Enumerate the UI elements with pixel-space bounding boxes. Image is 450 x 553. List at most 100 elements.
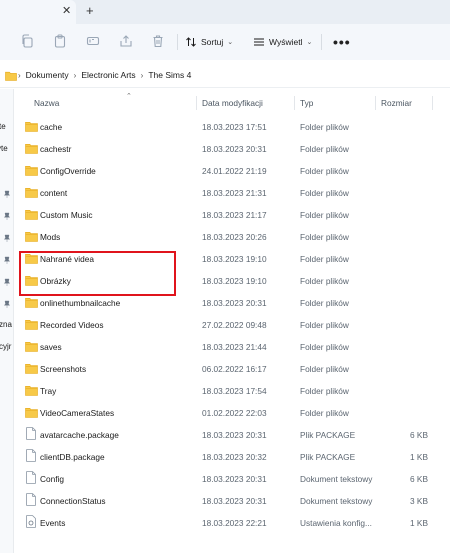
file-date: 18.03.2023 21:44: [202, 342, 267, 352]
settings-file-icon: [26, 515, 36, 528]
copy-icon[interactable]: [20, 34, 34, 48]
folder-row[interactable]: Custom Music 18.03.2023 21:17 Folder plikó…: [14, 204, 450, 226]
delete-icon[interactable]: [151, 34, 165, 48]
file-date: 18.03.2023 19:10: [202, 276, 267, 286]
nav-item-fragment[interactable]: cyjr: [0, 342, 11, 351]
file-date: 18.03.2023 21:17: [202, 210, 267, 220]
folder-row[interactable]: Mods 18.03.2023 20:26 Folder plików: [14, 226, 450, 248]
column-divider[interactable]: [432, 96, 433, 110]
file-type: Folder plików: [300, 408, 349, 418]
file-list: cache 18.03.2023 17:51 Folder plików caches…: [14, 116, 450, 534]
file-row[interactable]: ConnectionStatus 18.03.2023 20:31 Dokument…: [14, 490, 450, 512]
address-bar[interactable]: › Dokumenty › Electronic Arts › The Sims…: [0, 64, 450, 88]
folder-icon: [25, 165, 38, 176]
pin-icon: [3, 190, 11, 198]
file-name: saves: [40, 342, 62, 352]
column-header-size[interactable]: Rozmiar: [381, 98, 412, 108]
folder-row[interactable]: Tray 18.03.2023 17:54 Folder plików: [14, 380, 450, 402]
folder-icon: [25, 319, 38, 330]
folder-icon: [25, 143, 38, 154]
toolbar-divider: [321, 34, 322, 50]
new-tab-icon[interactable]: +: [86, 4, 94, 18]
view-button[interactable]: Wyświetl ⌄: [253, 33, 312, 51]
nav-item-fragment[interactable]: yte: [0, 144, 8, 153]
file-size: 1 KB: [410, 518, 428, 528]
folder-icon: [25, 297, 38, 308]
file-type: Folder plików: [300, 188, 349, 198]
file-row[interactable]: avatarcache.package 18.03.2023 20:31 Plik …: [14, 424, 450, 446]
folder-row[interactable]: Recorded Videos 27.02.2022 09:48 Folder pl…: [14, 314, 450, 336]
file-date: 01.02.2022 22:03: [202, 408, 267, 418]
file-name: Mods: [40, 232, 61, 242]
folder-row[interactable]: onlinethumbnailcache 18.03.2023 20:31 Fold…: [14, 292, 450, 314]
nav-item-fragment[interactable]: te: [0, 122, 6, 131]
file-type: Folder plików: [300, 210, 349, 220]
share-icon[interactable]: [119, 34, 133, 48]
file-type: Folder plików: [300, 122, 349, 132]
breadcrumb-item-the-sims-4[interactable]: The Sims 4: [148, 70, 191, 80]
file-icon: [26, 471, 36, 484]
column-header-type[interactable]: Typ: [300, 98, 313, 108]
folder-icon: [25, 187, 38, 198]
file-size: 6 KB: [410, 430, 428, 440]
file-row[interactable]: Config 18.03.2023 20:31 Dokument tekstowy 6…: [14, 468, 450, 490]
column-divider[interactable]: [375, 96, 376, 110]
close-tab-icon[interactable]: ✕: [62, 5, 71, 17]
folder-row[interactable]: VideoCameraStates 01.02.2022 22:03 Folder …: [14, 402, 450, 424]
command-bar: Sortuj ⌄ Wyświetl ⌄ •••: [0, 24, 450, 60]
file-type: Folder plików: [300, 166, 349, 176]
column-divider[interactable]: [196, 96, 197, 110]
file-name: VideoCameraStates: [40, 408, 115, 418]
rename-icon[interactable]: [86, 34, 100, 48]
chevron-down-icon: ⌄: [227, 39, 234, 46]
folder-icon: [25, 209, 38, 220]
nav-item-fragment[interactable]: zna: [0, 320, 12, 329]
folder-icon: [25, 121, 38, 132]
file-date: 27.02.2022 09:48: [202, 320, 267, 330]
folder-row[interactable]: Nahrané videa 18.03.2023 19:10 Folder plik…: [14, 248, 450, 270]
file-row[interactable]: Events 18.03.2023 22:21 Ustawienia konfig.…: [14, 512, 450, 534]
navigation-pane: te yte zna cyjr: [0, 89, 14, 553]
breadcrumb: › Dokumenty › Electronic Arts › The Sims…: [18, 70, 191, 80]
folder-icon: [25, 407, 38, 418]
file-name: cache: [40, 122, 63, 132]
file-size: 3 KB: [410, 496, 428, 506]
sort-button[interactable]: Sortuj ⌄: [185, 33, 233, 51]
chevron-down-icon: ⌄: [306, 39, 313, 46]
file-icon: [26, 449, 36, 462]
folder-row[interactable]: Obrázky 18.03.2023 19:10 Folder plików: [14, 270, 450, 292]
folder-row[interactable]: Screenshots 06.02.2022 16:17 Folder plików: [14, 358, 450, 380]
folder-icon: [25, 363, 38, 374]
breadcrumb-item-documents[interactable]: Dokumenty: [26, 70, 69, 80]
folder-row[interactable]: cachestr 18.03.2023 20:31 Folder plików: [14, 138, 450, 160]
file-name: avatarcache.package: [40, 430, 119, 440]
paste-icon[interactable]: [53, 34, 67, 48]
folder-row[interactable]: content 18.03.2023 21:31 Folder plików: [14, 182, 450, 204]
column-divider[interactable]: [294, 96, 295, 110]
folder-row[interactable]: saves 18.03.2023 21:44 Folder plików: [14, 336, 450, 358]
column-header-name[interactable]: Nazwa: [34, 98, 59, 108]
folder-row[interactable]: ConfigOverride 24.01.2022 21:19 Folder pli…: [14, 160, 450, 182]
more-options-button[interactable]: •••: [333, 35, 351, 49]
folder-row[interactable]: cache 18.03.2023 17:51 Folder plików: [14, 116, 450, 138]
pin-icon: [3, 212, 11, 220]
tab-active[interactable]: ✕: [0, 0, 76, 24]
file-name: Config: [40, 474, 64, 484]
sort-icon: [185, 36, 197, 48]
file-date: 06.02.2022 16:17: [202, 364, 267, 374]
file-name: ConnectionStatus: [40, 496, 106, 506]
column-header-date[interactable]: Data modyfikacji: [202, 98, 263, 108]
file-date: 18.03.2023 20:31: [202, 144, 267, 154]
pin-icon: [3, 234, 11, 242]
file-name: Custom Music: [40, 210, 93, 220]
file-row[interactable]: clientDB.package 18.03.2023 20:32 Plik PAC…: [14, 446, 450, 468]
folder-icon: [25, 231, 38, 242]
file-date: 18.03.2023 17:54: [202, 386, 267, 396]
file-icon: [26, 427, 36, 440]
file-size: 6 KB: [410, 474, 428, 484]
breadcrumb-item-electronic-arts[interactable]: Electronic Arts: [81, 70, 135, 80]
file-type: Folder plików: [300, 320, 349, 330]
folder-icon: [5, 71, 17, 81]
file-name: clientDB.package: [40, 452, 105, 462]
view-label: Wyświetl: [269, 37, 303, 47]
